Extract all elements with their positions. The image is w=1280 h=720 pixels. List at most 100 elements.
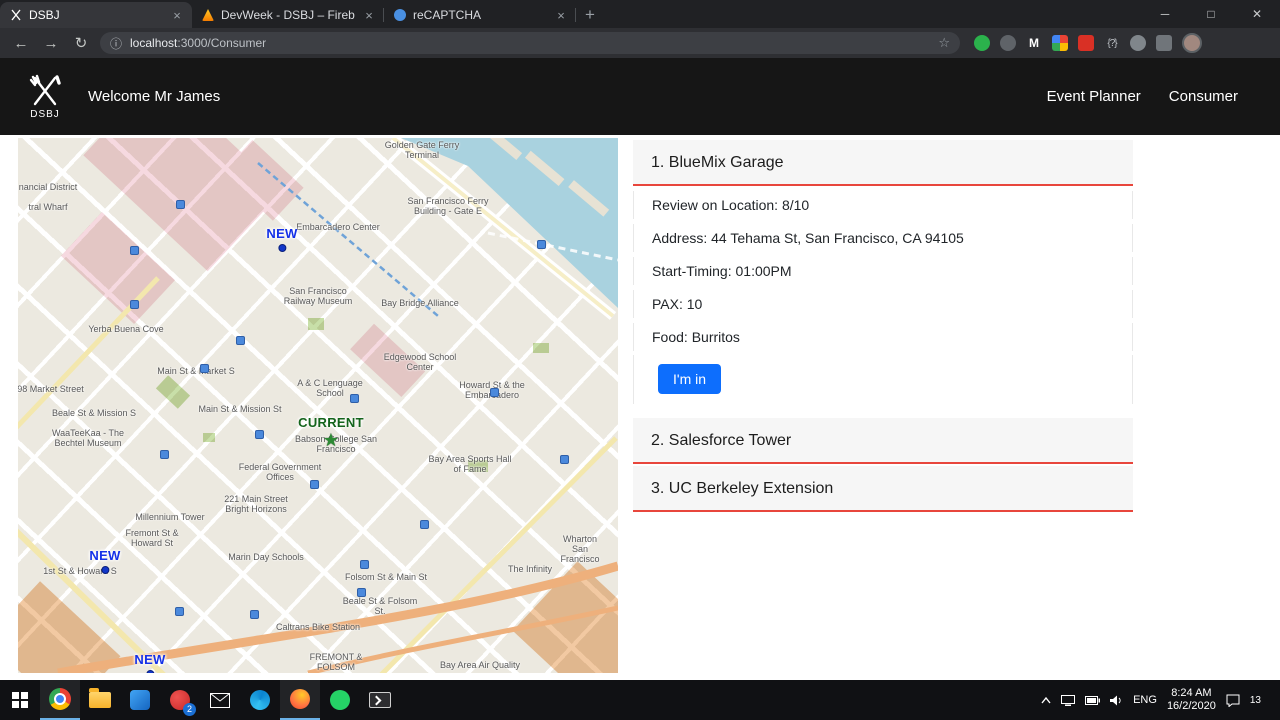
profile-avatar[interactable] xyxy=(1182,33,1202,53)
map-place-label: Folsom St & Main St xyxy=(344,572,428,582)
location-header-ucberkeley[interactable]: 3. UC Berkeley Extension xyxy=(633,466,1133,512)
map-place-label: Main St & Market S xyxy=(157,366,235,376)
taskbar-terminal[interactable] xyxy=(360,680,400,720)
extension-grid-icon[interactable] xyxy=(1052,35,1068,51)
maximize-button[interactable]: □ xyxy=(1188,0,1234,28)
transit-stop-icon xyxy=(255,430,264,439)
mail-icon xyxy=(210,692,230,708)
extension-braces-icon[interactable]: {?} xyxy=(1104,35,1120,51)
tab-devweek[interactable]: DevWeek - DSBJ – Firebase cons × xyxy=(192,2,384,28)
map-place-label: 221 Main Street Bright Horizons xyxy=(224,494,288,514)
tray-time: 8:24 AM xyxy=(1171,687,1212,699)
marker-label: NEW xyxy=(134,652,166,667)
tray-battery-icon[interactable] xyxy=(1085,695,1101,705)
url-text: localhost:3000/Consumer xyxy=(130,36,930,50)
map-place-label: A & C Lenguage School xyxy=(297,378,363,398)
recaptcha-favicon xyxy=(394,9,406,21)
taskbar-edge[interactable] xyxy=(240,680,280,720)
extension-red-icon[interactable] xyxy=(1078,35,1094,51)
tab-close-icon[interactable]: × xyxy=(554,8,568,23)
tray-monitor-icon[interactable] xyxy=(1061,694,1076,706)
map-place-label: WaaTeeKaa - The Bechtel Museum xyxy=(51,428,125,448)
system-tray: ENG 8:24 AM 16/2/2020 13 xyxy=(1041,680,1280,720)
new-dot-icon xyxy=(145,670,154,673)
taskbar-explorer[interactable] xyxy=(80,680,120,720)
map-place-label: Wharton San Francisco xyxy=(560,534,600,564)
extension-box-icon[interactable] xyxy=(1156,35,1172,51)
im-in-button[interactable]: I'm in xyxy=(658,364,722,394)
detail-review: Review on Location: 8/10 xyxy=(633,191,1133,219)
map-marker-new[interactable]: NEW xyxy=(134,652,165,673)
tab-dsbj[interactable]: DSBJ × xyxy=(0,2,192,28)
transit-stop-icon xyxy=(236,336,245,345)
transit-stop-icon xyxy=(130,300,139,309)
url-host: localhost xyxy=(130,36,178,50)
detail-address: Address: 44 Tehama St, San Francisco, CA… xyxy=(633,224,1133,252)
detail-food: Food: Burritos xyxy=(633,323,1133,351)
taskbar-chrome[interactable] xyxy=(40,680,80,720)
map-marker-new[interactable]: NEW xyxy=(266,226,297,252)
map-place-label: Embarcadero Center xyxy=(296,222,380,232)
taskbar-app-red[interactable]: 2 xyxy=(160,680,200,720)
site-info-icon[interactable]: ⓘ xyxy=(110,35,122,52)
tray-language[interactable]: ENG xyxy=(1133,694,1157,706)
extension-dark-icon[interactable] xyxy=(1000,35,1016,51)
extension-green-icon[interactable] xyxy=(974,35,990,51)
marker-label: NEW xyxy=(89,548,121,563)
tray-chevron-up-icon[interactable] xyxy=(1041,696,1051,704)
address-bar[interactable]: ⓘ localhost:3000/Consumer ☆ xyxy=(100,32,960,54)
map-place-label: FREMONT & FOLSOM xyxy=(309,652,363,672)
nav-event-planner[interactable]: Event Planner xyxy=(1047,88,1141,105)
tab-recaptcha[interactable]: reCAPTCHA × xyxy=(384,2,576,28)
back-icon[interactable]: ← xyxy=(10,35,32,52)
taskbar-app-orange[interactable] xyxy=(280,680,320,720)
map-place-label: Federal Government Offices xyxy=(238,462,322,482)
transit-stop-icon xyxy=(310,480,319,489)
close-button[interactable]: ✕ xyxy=(1234,0,1280,28)
taskbar-mail[interactable] xyxy=(200,680,240,720)
minimize-button[interactable]: ─ xyxy=(1142,0,1188,28)
new-tab-button[interactable]: + xyxy=(576,2,604,28)
map[interactable]: nancial District tral Wharf Embarcadero Ce… xyxy=(18,138,618,673)
location-header-salesforce[interactable]: 2. Salesforce Tower xyxy=(633,418,1133,464)
marker-label: CURRENT xyxy=(298,415,364,430)
locations-panel: 1. BlueMix Garage Review on Location: 8/… xyxy=(633,140,1133,512)
start-button[interactable] xyxy=(0,680,40,720)
tab-close-icon[interactable]: × xyxy=(170,8,184,23)
map-place-label: Beale St & Folsom St. xyxy=(342,596,418,616)
forward-icon[interactable]: → xyxy=(40,35,62,52)
firebase-favicon xyxy=(202,9,214,21)
extension-gray-icon[interactable] xyxy=(1130,35,1146,51)
location-header-bluemix[interactable]: 1. BlueMix Garage xyxy=(633,140,1133,186)
map-place-label: Bay Area Sports Hall of Fame xyxy=(428,454,512,474)
nav-consumer[interactable]: Consumer xyxy=(1169,88,1238,105)
tray-volume-icon[interactable] xyxy=(1110,695,1123,706)
desktop-screen: DSBJ × DevWeek - DSBJ – Firebase cons × … xyxy=(0,0,1280,720)
taskbar-whatsapp[interactable] xyxy=(320,680,360,720)
extension-m-icon[interactable]: M xyxy=(1026,35,1042,51)
map-overlays: nancial District tral Wharf Embarcadero Ce… xyxy=(18,138,618,673)
map-marker-new[interactable]: NEW xyxy=(89,548,120,574)
app-nav: Event Planner Consumer xyxy=(1047,88,1238,105)
map-place-label: Edgewood School Center xyxy=(383,352,457,372)
map-marker-current[interactable]: CURRENT ★ xyxy=(298,415,364,449)
tab-close-icon[interactable]: × xyxy=(362,8,376,23)
windows-logo-icon xyxy=(12,692,28,708)
terminal-icon xyxy=(369,692,391,708)
tab-title: DevWeek - DSBJ – Firebase cons xyxy=(221,8,355,22)
map-place-label: Millennium Tower xyxy=(135,512,205,522)
action-center-icon[interactable] xyxy=(1226,694,1240,707)
transit-stop-icon xyxy=(176,200,185,209)
reload-icon[interactable]: ↻ xyxy=(70,34,92,52)
location-item: 3. UC Berkeley Extension xyxy=(633,466,1133,512)
extension-area: M {?} xyxy=(974,33,1202,53)
map-place-label: The Infinity xyxy=(507,564,553,574)
bookmark-star-icon[interactable]: ☆ xyxy=(938,35,950,51)
whatsapp-icon xyxy=(330,690,350,710)
transit-stop-icon xyxy=(250,610,259,619)
transit-stop-icon xyxy=(490,388,499,397)
taskbar-app-blue[interactable] xyxy=(120,680,160,720)
window-controls: ─ □ ✕ xyxy=(1142,0,1280,28)
tray-clock[interactable]: 8:24 AM 16/2/2020 xyxy=(1167,687,1216,713)
map-place-label: Fremont St & Howard St xyxy=(125,528,179,548)
